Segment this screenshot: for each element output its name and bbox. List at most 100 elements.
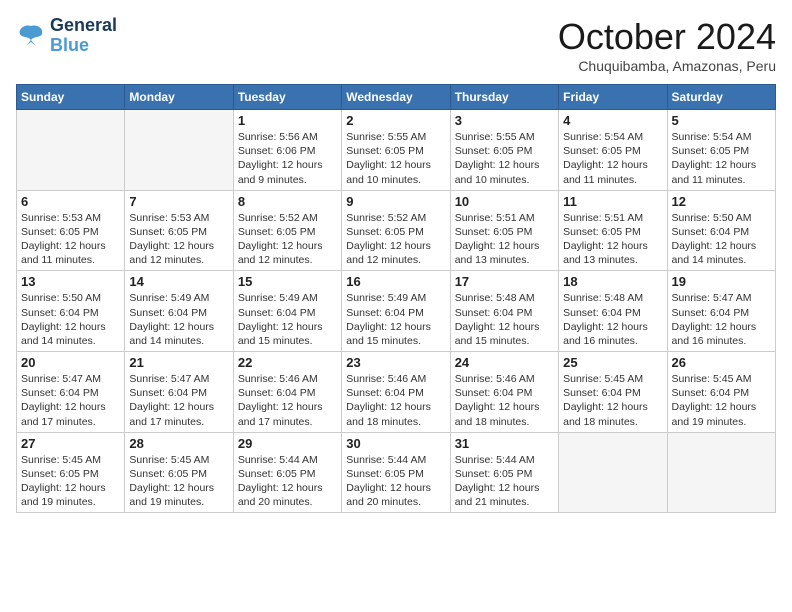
day-cell: 15Sunrise: 5:49 AM Sunset: 6:04 PM Dayli…	[233, 271, 341, 352]
day-info: Sunrise: 5:46 AM Sunset: 6:04 PM Dayligh…	[346, 372, 445, 429]
day-cell: 30 Sunrise: 5:44 AM Sunset: 6:05 PM Dayli…	[342, 432, 450, 513]
header-wednesday: Wednesday	[342, 85, 450, 110]
day-info: Sunrise: 5:53 AM Sunset: 6:05 PM Dayligh…	[21, 211, 120, 268]
day-number: 9	[346, 194, 445, 209]
day-cell: 24 Sunrise: 5:46 AM Sunset: 6:04 PM Dayli…	[450, 352, 558, 433]
day-cell: 14 Sunrise: 5:49 AM Sunset: 6:04 PM Dayli…	[125, 271, 233, 352]
day-cell: 9 Sunrise: 5:52 AM Sunset: 6:05 PM Daylig…	[342, 190, 450, 271]
month-title: October 2024	[558, 16, 776, 58]
day-number: 19	[672, 274, 771, 289]
day-number: 2	[346, 113, 445, 128]
logo-icon	[16, 22, 46, 50]
calendar-header-row: SundayMondayTuesdayWednesdayThursdayFrid…	[17, 85, 776, 110]
day-cell: 19Sunrise: 5:47 AM Sunset: 6:04 PM Dayli…	[667, 271, 775, 352]
day-cell	[667, 432, 775, 513]
day-number: 23	[346, 355, 445, 370]
day-info: Sunrise: 5:45 AM Sunset: 6:05 PM Dayligh…	[129, 453, 228, 510]
day-info: Sunrise: 5:50 AM Sunset: 6:04 PM Dayligh…	[672, 211, 771, 268]
day-info: Sunrise: 5:49 AM Sunset: 6:04 PM Dayligh…	[346, 291, 445, 348]
day-info: Sunrise: 5:44 AM Sunset: 6:05 PM Dayligh…	[346, 453, 445, 510]
header-monday: Monday	[125, 85, 233, 110]
week-row-3: 20 Sunrise: 5:47 AM Sunset: 6:04 PM Dayli…	[17, 352, 776, 433]
day-cell: 31 Sunrise: 5:44 AM Sunset: 6:05 PM Dayli…	[450, 432, 558, 513]
day-cell: 4 Sunrise: 5:54 AM Sunset: 6:05 PM Daylig…	[559, 110, 667, 191]
day-number: 22	[238, 355, 337, 370]
day-info: Sunrise: 5:46 AM Sunset: 6:04 PM Dayligh…	[238, 372, 337, 429]
day-number: 4	[563, 113, 662, 128]
week-row-4: 27 Sunrise: 5:45 AM Sunset: 6:05 PM Dayli…	[17, 432, 776, 513]
day-info: Sunrise: 5:56 AM Sunset: 6:06 PM Dayligh…	[238, 130, 337, 187]
day-number: 28	[129, 436, 228, 451]
day-info: Sunrise: 5:55 AM Sunset: 6:05 PM Dayligh…	[346, 130, 445, 187]
day-number: 12	[672, 194, 771, 209]
header-saturday: Saturday	[667, 85, 775, 110]
day-number: 6	[21, 194, 120, 209]
week-row-0: 1 Sunrise: 5:56 AM Sunset: 6:06 PM Daylig…	[17, 110, 776, 191]
day-cell: 29Sunrise: 5:44 AM Sunset: 6:05 PM Dayli…	[233, 432, 341, 513]
day-cell: 16 Sunrise: 5:49 AM Sunset: 6:04 PM Dayli…	[342, 271, 450, 352]
day-cell	[17, 110, 125, 191]
day-info: Sunrise: 5:50 AM Sunset: 6:04 PM Dayligh…	[21, 291, 120, 348]
day-info: Sunrise: 5:45 AM Sunset: 6:04 PM Dayligh…	[563, 372, 662, 429]
day-info: Sunrise: 5:48 AM Sunset: 6:04 PM Dayligh…	[455, 291, 554, 348]
day-number: 8	[238, 194, 337, 209]
day-number: 20	[21, 355, 120, 370]
day-info: Sunrise: 5:54 AM Sunset: 6:05 PM Dayligh…	[563, 130, 662, 187]
day-info: Sunrise: 5:45 AM Sunset: 6:04 PM Dayligh…	[672, 372, 771, 429]
day-cell: 6 Sunrise: 5:53 AM Sunset: 6:05 PM Daylig…	[17, 190, 125, 271]
day-cell: 23 Sunrise: 5:46 AM Sunset: 6:04 PM Dayli…	[342, 352, 450, 433]
title-block: October 2024 Chuquibamba, Amazonas, Peru	[558, 16, 776, 74]
day-number: 1	[238, 113, 337, 128]
day-info: Sunrise: 5:55 AM Sunset: 6:05 PM Dayligh…	[455, 130, 554, 187]
day-cell: 11 Sunrise: 5:51 AM Sunset: 6:05 PM Dayli…	[559, 190, 667, 271]
day-number: 31	[455, 436, 554, 451]
week-row-2: 13Sunrise: 5:50 AM Sunset: 6:04 PM Dayli…	[17, 271, 776, 352]
day-info: Sunrise: 5:47 AM Sunset: 6:04 PM Dayligh…	[21, 372, 120, 429]
day-number: 7	[129, 194, 228, 209]
day-cell: 1 Sunrise: 5:56 AM Sunset: 6:06 PM Daylig…	[233, 110, 341, 191]
day-number: 18	[563, 274, 662, 289]
day-info: Sunrise: 5:46 AM Sunset: 6:04 PM Dayligh…	[455, 372, 554, 429]
day-cell: 26 Sunrise: 5:45 AM Sunset: 6:04 PM Dayli…	[667, 352, 775, 433]
day-cell: 25Sunrise: 5:45 AM Sunset: 6:04 PM Dayli…	[559, 352, 667, 433]
day-info: Sunrise: 5:44 AM Sunset: 6:05 PM Dayligh…	[455, 453, 554, 510]
week-row-1: 6 Sunrise: 5:53 AM Sunset: 6:05 PM Daylig…	[17, 190, 776, 271]
day-number: 14	[129, 274, 228, 289]
day-info: Sunrise: 5:45 AM Sunset: 6:05 PM Dayligh…	[21, 453, 120, 510]
header-tuesday: Tuesday	[233, 85, 341, 110]
day-number: 27	[21, 436, 120, 451]
day-info: Sunrise: 5:49 AM Sunset: 6:04 PM Dayligh…	[238, 291, 337, 348]
day-info: Sunrise: 5:47 AM Sunset: 6:04 PM Dayligh…	[129, 372, 228, 429]
day-cell: 10Sunrise: 5:51 AM Sunset: 6:05 PM Dayli…	[450, 190, 558, 271]
day-info: Sunrise: 5:54 AM Sunset: 6:05 PM Dayligh…	[672, 130, 771, 187]
day-number: 10	[455, 194, 554, 209]
day-cell: 12 Sunrise: 5:50 AM Sunset: 6:04 PM Dayli…	[667, 190, 775, 271]
calendar-table: SundayMondayTuesdayWednesdayThursdayFrid…	[16, 84, 776, 513]
header-thursday: Thursday	[450, 85, 558, 110]
day-number: 17	[455, 274, 554, 289]
logo-text: General Blue	[50, 16, 117, 56]
day-cell: 27 Sunrise: 5:45 AM Sunset: 6:05 PM Dayli…	[17, 432, 125, 513]
day-number: 21	[129, 355, 228, 370]
day-cell: 8Sunrise: 5:52 AM Sunset: 6:05 PM Daylig…	[233, 190, 341, 271]
day-info: Sunrise: 5:51 AM Sunset: 6:05 PM Dayligh…	[563, 211, 662, 268]
day-number: 30	[346, 436, 445, 451]
day-cell: 2 Sunrise: 5:55 AM Sunset: 6:05 PM Daylig…	[342, 110, 450, 191]
day-cell: 5Sunrise: 5:54 AM Sunset: 6:05 PM Daylig…	[667, 110, 775, 191]
day-cell: 28 Sunrise: 5:45 AM Sunset: 6:05 PM Dayli…	[125, 432, 233, 513]
day-cell: 20 Sunrise: 5:47 AM Sunset: 6:04 PM Dayli…	[17, 352, 125, 433]
day-number: 26	[672, 355, 771, 370]
day-cell	[559, 432, 667, 513]
day-cell: 21 Sunrise: 5:47 AM Sunset: 6:04 PM Dayli…	[125, 352, 233, 433]
day-number: 11	[563, 194, 662, 209]
day-cell: 22 Sunrise: 5:46 AM Sunset: 6:04 PM Dayli…	[233, 352, 341, 433]
day-info: Sunrise: 5:49 AM Sunset: 6:04 PM Dayligh…	[129, 291, 228, 348]
day-number: 16	[346, 274, 445, 289]
day-info: Sunrise: 5:52 AM Sunset: 6:05 PM Dayligh…	[346, 211, 445, 268]
location-subtitle: Chuquibamba, Amazonas, Peru	[558, 58, 776, 74]
day-cell: 7Sunrise: 5:53 AM Sunset: 6:05 PM Daylig…	[125, 190, 233, 271]
day-info: Sunrise: 5:44 AM Sunset: 6:05 PM Dayligh…	[238, 453, 337, 510]
day-info: Sunrise: 5:48 AM Sunset: 6:04 PM Dayligh…	[563, 291, 662, 348]
day-number: 24	[455, 355, 554, 370]
header-sunday: Sunday	[17, 85, 125, 110]
